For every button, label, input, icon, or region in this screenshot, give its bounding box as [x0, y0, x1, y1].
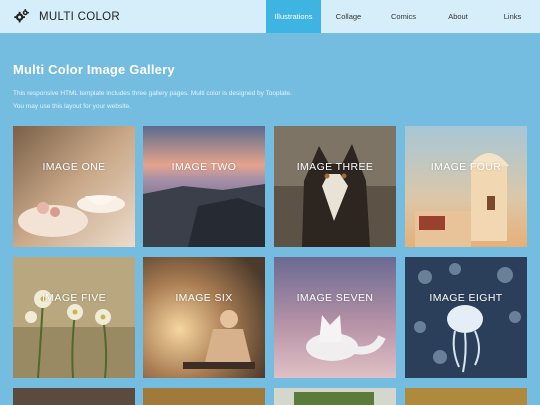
gallery-item-3[interactable]: IMAGE THREE [274, 126, 396, 247]
gallery-item-10[interactable] [143, 388, 265, 405]
gallery-photo [143, 388, 265, 405]
brand[interactable]: MULTI COLOR [14, 0, 120, 33]
gallery-photo [274, 388, 396, 405]
nav-item-collage[interactable]: Collage [321, 0, 376, 33]
gallery-item-1[interactable]: IMAGE ONE [13, 126, 135, 247]
gears-icon [14, 9, 29, 23]
nav-item-links[interactable]: Links [485, 0, 540, 33]
gallery-item-2[interactable]: IMAGE TWO [143, 126, 265, 247]
gallery-item-6[interactable]: IMAGE SIX [143, 257, 265, 378]
gallery-photo [13, 388, 135, 405]
top-bar: MULTI COLOR Illustrations Collage Comics… [0, 0, 540, 33]
tile-caption: IMAGE SEVEN [296, 292, 374, 304]
teacup-photo [13, 126, 135, 247]
gallery-photo [405, 388, 527, 405]
tile-caption: IMAGE TWO [171, 161, 237, 173]
tile-caption: IMAGE THREE [296, 161, 374, 173]
jellyfish-photo [405, 257, 527, 378]
santorini-building-photo [405, 126, 527, 247]
gallery-item-7[interactable]: IMAGE SEVEN [274, 257, 396, 378]
intro-text: This responsive HTML template includes t… [13, 90, 292, 110]
gallery-item-4[interactable]: IMAGE FOUR [405, 126, 527, 247]
tile-caption: IMAGE FOUR [430, 161, 502, 173]
girl-in-sunlight-photo [143, 257, 265, 378]
tile-caption: IMAGE ONE [42, 161, 106, 173]
gallery-item-9[interactable] [13, 388, 135, 405]
tile-caption: IMAGE EIGHT [429, 292, 503, 304]
husky-dog-photo [274, 126, 396, 247]
seashore-sunset-photo [143, 126, 265, 247]
gallery-item-8[interactable]: IMAGE EIGHT [405, 257, 527, 378]
page-title: Multi Color Image Gallery [13, 62, 175, 77]
nav-item-comics[interactable]: Comics [376, 0, 431, 33]
nav-item-about[interactable]: About [431, 0, 485, 33]
gallery-item-5[interactable]: IMAGE FIVE [13, 257, 135, 378]
tile-caption: IMAGE SIX [175, 292, 233, 304]
white-flowers-photo [13, 257, 135, 378]
gallery-item-12[interactable] [405, 388, 527, 405]
brand-name: MULTI COLOR [39, 10, 121, 23]
gallery-item-11[interactable] [274, 388, 396, 405]
main-nav: Illustrations Collage Comics About Links [266, 0, 540, 33]
tile-caption: IMAGE FIVE [41, 292, 107, 304]
arctic-fox-photo [274, 257, 396, 378]
nav-item-illustrations[interactable]: Illustrations [266, 0, 321, 33]
